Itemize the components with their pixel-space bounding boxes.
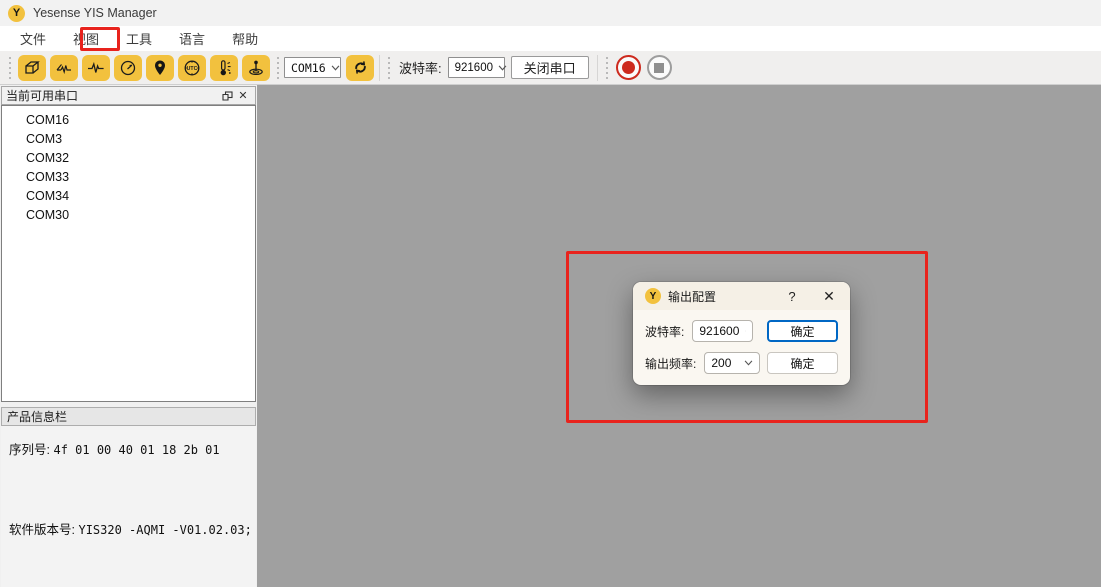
menu-tools[interactable]: 工具	[116, 26, 162, 51]
toolbar-drag-handle[interactable]	[8, 57, 12, 79]
attitude-waveform-icon	[54, 58, 74, 78]
cube-3d-button[interactable]	[18, 55, 46, 81]
stop-icon	[654, 63, 664, 73]
main-area: 当前可用串口 ✕ COM16 COM3 COM32 COM33 COM34 CO…	[0, 85, 1101, 587]
location-pin-button[interactable]	[146, 55, 174, 81]
dialog-baud-value: 921600	[699, 324, 739, 338]
dock-title: 当前可用串口	[6, 87, 78, 104]
thermometer-button[interactable]	[210, 55, 238, 81]
close-panel-icon[interactable]: ✕	[235, 89, 251, 103]
toolbar: UTC COM16 波特率: 921600	[0, 51, 1101, 85]
menu-view[interactable]: 视图	[63, 26, 109, 51]
gauge-icon	[118, 58, 138, 78]
refresh-ports-button[interactable]	[346, 55, 374, 81]
dialog-rate-select[interactable]: 200	[704, 352, 760, 374]
baud-rate-value: 921600	[455, 62, 493, 74]
serial-number-line: 序列号: 4f 01 00 40 01 18 2b 01	[9, 439, 220, 458]
record-icon	[622, 61, 635, 74]
dialog-rate-ok-button[interactable]: 确定	[767, 352, 838, 374]
port-list-item[interactable]: COM30	[2, 206, 255, 225]
utc-clock-icon: UTC	[182, 58, 202, 78]
dock-title-bar: 当前可用串口 ✕	[1, 86, 256, 105]
output-rate-row: 输出频率: 200 确定	[633, 352, 850, 374]
product-info-body: 序列号: 4f 01 00 40 01 18 2b 01 软件版本号: YIS3…	[1, 426, 256, 587]
record-button[interactable]	[616, 55, 641, 80]
chevron-down-icon	[498, 65, 507, 71]
toolbar-drag-handle[interactable]	[387, 57, 391, 79]
serial-number-label: 序列号:	[9, 443, 50, 457]
gauge-button[interactable]	[114, 55, 142, 81]
baud-rate-label: 波特率:	[399, 58, 442, 77]
toolbar-separator	[379, 55, 380, 81]
port-list-item[interactable]: COM32	[2, 149, 255, 168]
dialog-rate-value: 200	[711, 356, 738, 370]
level-pin-button[interactable]	[242, 55, 270, 81]
cube-3d-icon	[22, 58, 42, 78]
dialog-logo-icon: Y	[645, 288, 661, 304]
port-select[interactable]: COM16	[284, 57, 341, 78]
utc-clock-button[interactable]: UTC	[178, 55, 206, 81]
chevron-down-icon	[331, 65, 340, 71]
dialog-title-bar: Y 输出配置 ? ✕	[633, 282, 850, 310]
dialog-title: 输出配置	[668, 288, 716, 305]
dialog-help-icon[interactable]: ?	[783, 289, 801, 304]
dialog-rate-label: 输出频率:	[645, 355, 696, 372]
menu-language[interactable]: 语言	[169, 26, 215, 51]
port-list: COM16 COM3 COM32 COM33 COM34 COM30	[1, 105, 256, 402]
title-bar: Y Yesense YIS Manager	[0, 0, 1101, 26]
software-version-line: 软件版本号: YIS320 -AQMI -V01.02.03;	[9, 519, 252, 538]
serial-number-value: 4f 01 00 40 01 18 2b 01	[53, 443, 219, 457]
window-title: Yesense YIS Manager	[33, 6, 157, 20]
menu-file[interactable]: 文件	[10, 26, 56, 51]
dialog-baud-select[interactable]: 921600	[692, 320, 753, 342]
app-logo-icon: Y	[8, 5, 25, 22]
menu-help[interactable]: 帮助	[222, 26, 268, 51]
toolbar-drag-handle[interactable]	[276, 57, 280, 79]
baud-rate-select[interactable]: 921600	[448, 57, 505, 78]
product-info-header: 产品信息栏	[1, 407, 256, 426]
software-version-label: 软件版本号:	[9, 523, 75, 537]
level-pin-icon	[246, 58, 266, 78]
port-list-item[interactable]: COM33	[2, 168, 255, 187]
output-config-dialog: Y 输出配置 ? ✕ 波特率: 921600 确定 输出频率: 200 确定	[633, 282, 850, 385]
close-serial-port-button[interactable]: 关闭串口	[511, 56, 589, 79]
chevron-down-icon	[744, 360, 753, 366]
dialog-baud-ok-button[interactable]: 确定	[767, 320, 838, 342]
software-version-value: YIS320 -AQMI -V01.02.03;	[78, 523, 251, 537]
baud-rate-row: 波特率: 921600 确定	[633, 320, 850, 342]
menu-bar: 文件 视图 工具 语言 帮助	[0, 26, 1101, 51]
port-list-item[interactable]: COM34	[2, 187, 255, 206]
dialog-close-icon[interactable]: ✕	[820, 288, 838, 305]
port-select-value: COM16	[291, 61, 326, 75]
product-info-title: 产品信息栏	[7, 408, 67, 425]
port-list-item[interactable]: COM16	[2, 111, 255, 130]
attitude-waveform-button[interactable]	[50, 55, 78, 81]
refresh-arrows-icon	[351, 58, 370, 77]
stop-button[interactable]	[647, 55, 672, 80]
toolbar-separator	[597, 55, 598, 81]
dialog-baud-label: 波特率:	[645, 323, 684, 340]
svg-text:UTC: UTC	[187, 66, 198, 72]
toolbar-drag-handle[interactable]	[605, 57, 609, 79]
pulse-waveform-button[interactable]	[82, 55, 110, 81]
thermometer-icon	[214, 58, 234, 78]
port-list-item[interactable]: COM3	[2, 130, 255, 149]
pulse-waveform-icon	[86, 58, 106, 78]
serial-port-dock-panel: 当前可用串口 ✕ COM16 COM3 COM32 COM33 COM34 CO…	[0, 85, 257, 587]
float-panel-icon[interactable]	[219, 89, 235, 103]
chevron-down-icon	[745, 328, 746, 334]
location-pin-icon	[150, 58, 170, 78]
